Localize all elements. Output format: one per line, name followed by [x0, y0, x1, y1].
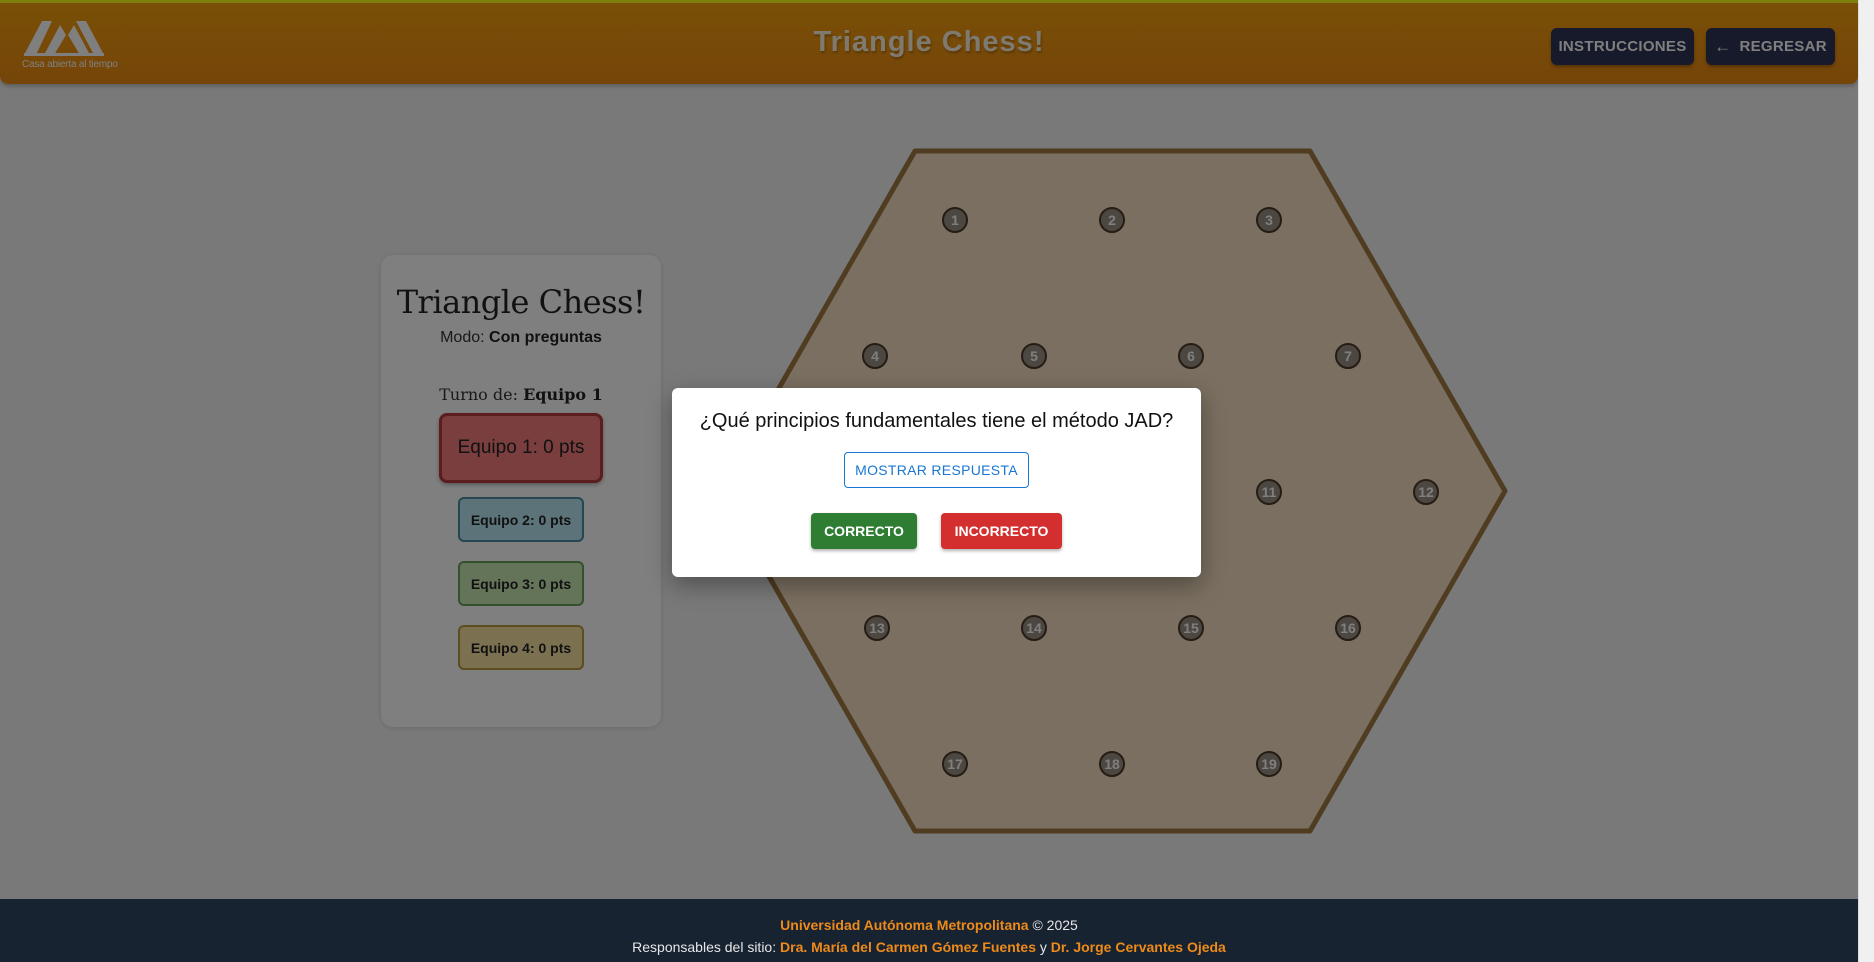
- footer-person-1-link[interactable]: Dra. María del Carmen Gómez Fuentes: [780, 939, 1036, 955]
- footer-joiner: y: [1035, 939, 1051, 955]
- footer-copyright: © 2025: [1028, 917, 1078, 933]
- question-text: ¿Qué principios fundamentales tiene el m…: [699, 410, 1174, 432]
- footer-person-2-link[interactable]: Dr. Jorge Cervantes Ojeda: [1051, 939, 1226, 955]
- incorrect-button[interactable]: INCORRECTO: [941, 513, 1062, 549]
- show-answer-button[interactable]: MOSTRAR RESPUESTA: [844, 452, 1029, 488]
- page-scrollbar[interactable]: [1858, 0, 1874, 962]
- correct-button[interactable]: CORRECTO: [811, 513, 917, 549]
- page-footer: Universidad Autónoma Metropolitana © 202…: [0, 899, 1858, 962]
- footer-org-link[interactable]: Universidad Autónoma Metropolitana: [780, 917, 1028, 933]
- question-dialog: ¿Qué principios fundamentales tiene el m…: [672, 388, 1201, 577]
- footer-responsables-label: Responsables del sitio:: [632, 939, 781, 955]
